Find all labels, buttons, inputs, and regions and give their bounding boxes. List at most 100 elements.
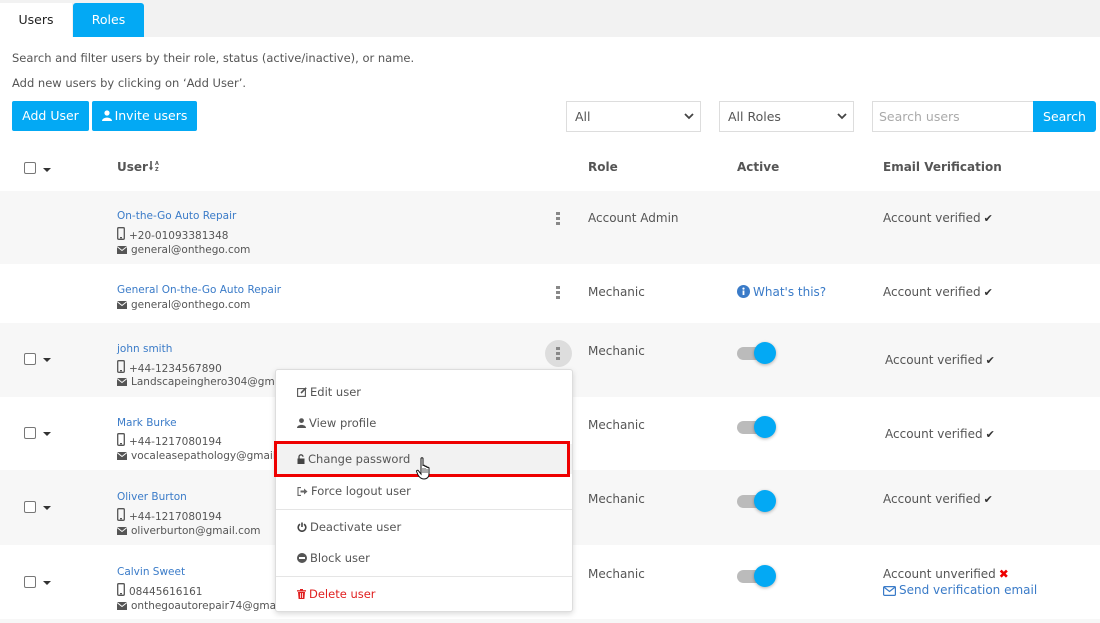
envelope-icon (116, 378, 128, 386)
row-caret-icon[interactable] (43, 358, 51, 362)
status-filter-value: All (575, 109, 591, 124)
check-icon: ✔ (985, 428, 995, 441)
row-select-checkbox[interactable] (24, 353, 36, 365)
column-header-user[interactable]: User A Z (117, 160, 160, 174)
search-input[interactable]: Search users (872, 101, 1034, 132)
envelope-outline-icon (883, 586, 897, 597)
envelope-icon (116, 301, 128, 309)
row-caret-icon[interactable] (43, 581, 51, 585)
edit-icon (297, 387, 307, 397)
bulk-actions-caret-icon[interactable] (43, 168, 51, 172)
row-caret-icon[interactable] (43, 432, 51, 436)
menu-item-block-user[interactable]: Block user (276, 543, 572, 573)
user-email: general@onthego.com (116, 299, 250, 311)
email-verification-status: Account unverified ✖ (883, 567, 1009, 581)
row-actions-button-open[interactable] (545, 340, 572, 367)
row-actions-menu: Edit user View profile Change password F… (275, 369, 573, 612)
row-select-checkbox[interactable] (24, 427, 36, 439)
user-icon (297, 418, 306, 428)
user-phone: +44-1217080194 (117, 433, 222, 448)
row-actions-kebab-icon[interactable] (554, 347, 562, 361)
row-caret-icon[interactable] (43, 506, 51, 510)
description-search: Search and filter users by their role, s… (12, 51, 415, 65)
unlock-icon (297, 454, 305, 464)
email-verification-status: Account verified ✔ (885, 427, 995, 441)
user-icon (101, 110, 112, 121)
user-email: vocaleasepathology@gmail.com (116, 450, 302, 462)
menu-item-delete-user[interactable]: Delete user (276, 579, 572, 609)
minus-circle-icon (297, 553, 307, 563)
mobile-phone-icon (117, 433, 125, 446)
menu-divider (276, 576, 572, 577)
column-header-email-verification: Email Verification (883, 160, 1002, 174)
user-name-link[interactable]: john smith (117, 343, 172, 355)
user-role: Mechanic (588, 418, 645, 432)
row-select-checkbox[interactable] (24, 501, 36, 513)
role-filter-select[interactable]: All Roles (719, 101, 854, 132)
tab-roles[interactable]: Roles (73, 3, 144, 37)
user-phone: +44-1217080194 (117, 508, 222, 523)
role-filter-value: All Roles (728, 109, 781, 124)
sort-alpha-asc-icon: AZ (148, 161, 159, 173)
user-phone: +20-01093381348 (117, 227, 228, 242)
active-toggle[interactable] (737, 340, 777, 366)
user-email: general@onthego.com (116, 244, 250, 256)
table-row (0, 619, 1100, 623)
check-icon: ✔ (983, 286, 993, 299)
chevron-down-icon (837, 113, 847, 120)
user-role: Account Admin (588, 211, 679, 225)
envelope-icon (116, 602, 128, 610)
tab-users[interactable]: Users (0, 3, 72, 37)
user-role: Mechanic (588, 285, 645, 299)
email-verification-status: Account verified ✔ (885, 353, 995, 367)
user-phone: 08445616161 (117, 583, 203, 598)
envelope-icon (116, 452, 128, 460)
invite-users-button[interactable]: Invite users (92, 101, 197, 131)
envelope-icon (116, 246, 128, 254)
user-name-link[interactable]: Calvin Sweet (117, 566, 185, 578)
row-actions-kebab-icon[interactable] (554, 212, 562, 226)
select-all-checkbox[interactable] (24, 162, 36, 174)
search-button[interactable]: Search (1033, 101, 1096, 132)
active-toggle[interactable] (737, 414, 777, 440)
check-icon: ✔ (983, 493, 993, 506)
email-verification-status: Account verified ✔ (883, 492, 993, 506)
active-toggle[interactable] (737, 488, 777, 514)
user-name-link[interactable]: On-the-Go Auto Repair (117, 210, 236, 222)
active-toggle[interactable] (737, 563, 777, 589)
check-icon: ✔ (983, 212, 993, 225)
column-header-user-label: User (117, 160, 148, 174)
email-verification-status: Account verified ✔ (883, 285, 993, 299)
status-filter-select[interactable]: All (566, 101, 701, 132)
user-name-link[interactable]: Mark Burke (117, 417, 177, 429)
menu-item-deactivate-user[interactable]: Deactivate user (276, 512, 572, 542)
row-actions-kebab-icon[interactable] (554, 286, 562, 300)
user-phone: +44-1234567890 (117, 360, 222, 375)
tab-bar: Users Roles (0, 0, 1100, 37)
user-role: Mechanic (588, 567, 645, 581)
svg-text:Z: Z (155, 167, 159, 172)
user-name-link[interactable]: General On-the-Go Auto Repair (117, 284, 281, 296)
sign-out-icon (297, 487, 308, 496)
user-name-link[interactable]: Oliver Burton (117, 491, 187, 503)
column-header-active: Active (737, 160, 780, 174)
whats-this-link[interactable]: What's this? (737, 285, 826, 299)
info-circle-icon (737, 285, 750, 298)
chevron-down-icon (684, 113, 694, 120)
description-add: Add new users by clicking on ‘Add User’. (12, 76, 247, 90)
user-email: oliverburton@gmail.com (116, 525, 261, 537)
mobile-phone-icon (117, 508, 125, 521)
add-user-button[interactable]: Add User (12, 101, 89, 131)
menu-item-view-profile[interactable]: View profile (276, 408, 572, 438)
send-verification-email-link[interactable]: Send verification email (883, 583, 1037, 597)
row-select-checkbox[interactable] (24, 576, 36, 588)
power-icon (297, 522, 307, 532)
hand-pointer-cursor-icon (416, 457, 432, 484)
mobile-phone-icon (117, 583, 125, 596)
trash-icon (297, 589, 306, 599)
column-header-role: Role (588, 160, 618, 174)
menu-item-edit-user[interactable]: Edit user (276, 377, 572, 407)
user-role: Mechanic (588, 492, 645, 506)
menu-divider (276, 509, 572, 510)
mobile-phone-icon (117, 227, 125, 240)
